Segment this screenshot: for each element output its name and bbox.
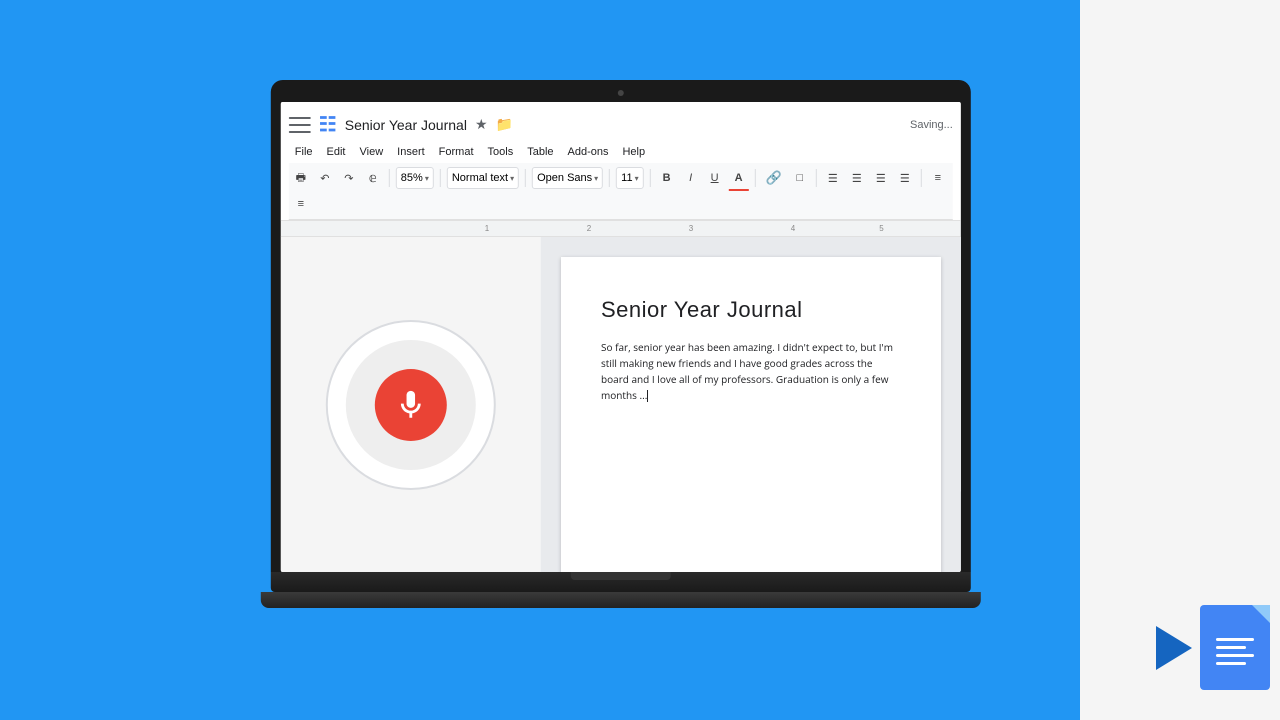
font-value: Open Sans [537, 172, 592, 184]
style-value: Normal text [452, 172, 508, 184]
menu-help[interactable]: Help [616, 143, 651, 161]
menu-tools[interactable]: Tools [482, 143, 520, 161]
font-chevron: ▾ [594, 174, 598, 183]
size-value: 11 [621, 172, 632, 184]
hamburger-line [289, 131, 311, 133]
style-chevron: ▾ [510, 174, 514, 183]
docs-line-2 [1216, 646, 1246, 649]
laptop-screen: ☷ Senior Year Journal ★ 📁 Saving... File… [281, 102, 961, 572]
laptop-bottom [261, 592, 981, 608]
ruler-mark-5: 5 [879, 224, 883, 233]
font-dropdown[interactable]: Open Sans ▾ [532, 167, 603, 189]
toolbar-divider [755, 169, 756, 187]
zoom-value: 85% [401, 172, 423, 184]
ruler-mark-3: 3 [689, 224, 693, 233]
align-justify-btn[interactable]: ☰ [895, 167, 915, 189]
zoom-chevron: ▾ [425, 174, 429, 183]
paint-format-btn[interactable]: 𝕖 [363, 167, 383, 189]
link-btn[interactable]: 🔗 [762, 167, 786, 189]
hamburger-line [289, 117, 311, 119]
toolbar-divider [525, 169, 526, 187]
list-btn[interactable]: ≡ [928, 167, 948, 189]
align-right-btn[interactable]: ☰ [871, 167, 891, 189]
toolbar-divider [389, 169, 390, 187]
docs-line-4 [1216, 662, 1246, 665]
doc-body-text[interactable]: So far, senior year has been amazing. I … [601, 339, 901, 403]
docs-title-row: ☷ Senior Year Journal ★ 📁 Saving... [289, 108, 953, 141]
ruler: 1 2 3 4 5 [281, 221, 961, 237]
voice-mic-button[interactable] [375, 369, 447, 441]
undo-btn[interactable]: ↶ [315, 167, 335, 189]
voice-typing-panel [281, 237, 541, 572]
text-cursor [647, 390, 648, 402]
arrow-right-icon [1156, 626, 1192, 670]
font-color-btn[interactable]: A [729, 167, 749, 189]
star-icon[interactable]: ★ [475, 116, 488, 133]
ruler-mark-2: 2 [587, 224, 591, 233]
doc-content: Senior Year Journal So far, senior year … [561, 257, 941, 572]
align-center-btn[interactable]: ☰ [847, 167, 867, 189]
italic-btn[interactable]: I [681, 167, 701, 189]
google-docs-icon [1200, 605, 1270, 690]
style-dropdown[interactable]: Normal text ▾ [447, 167, 519, 189]
laptop-camera [618, 90, 624, 96]
redo-btn[interactable]: ↷ [339, 167, 359, 189]
underline-btn[interactable]: U [705, 167, 725, 189]
hamburger-line [289, 124, 311, 126]
menu-file[interactable]: File [289, 143, 319, 161]
toolbar-divider [440, 169, 441, 187]
comment-btn[interactable]: □ [790, 167, 810, 189]
folder-icon[interactable]: 📁 [496, 116, 513, 133]
doc-page: Senior Year Journal So far, senior year … [541, 237, 961, 572]
docs-menu-row: File Edit View Insert Format Tools Table… [289, 141, 953, 163]
laptop-screen-outer: ☷ Senior Year Journal ★ 📁 Saving... File… [271, 80, 971, 572]
ordered-list-btn[interactable]: ≡ [291, 193, 311, 215]
print-btn[interactable]: 🖶 [291, 167, 311, 189]
ruler-mark-4: 4 [791, 224, 795, 233]
align-left-btn[interactable]: ☰ [823, 167, 843, 189]
laptop: ☷ Senior Year Journal ★ 📁 Saving... File… [271, 80, 981, 608]
microphone-icon [394, 388, 428, 422]
menu-edit[interactable]: Edit [321, 143, 352, 161]
zoom-dropdown[interactable]: 85% ▾ [396, 167, 434, 189]
size-chevron: ▾ [635, 174, 639, 183]
saving-status: Saving... [910, 119, 953, 131]
docs-body: Senior Year Journal So far, senior year … [281, 237, 961, 572]
docs-line-3 [1216, 654, 1254, 657]
toolbar-divider [609, 169, 610, 187]
voice-circle-outer [326, 320, 496, 490]
menu-addons[interactable]: Add-ons [562, 143, 615, 161]
menu-format[interactable]: Format [433, 143, 480, 161]
menu-table[interactable]: Table [521, 143, 559, 161]
size-dropdown[interactable]: 11 ▾ [616, 167, 643, 189]
toolbar-divider [650, 169, 651, 187]
docs-toolbar: 🖶 ↶ ↷ 𝕖 85% ▾ Normal text ▾ [289, 163, 953, 220]
doc-title[interactable]: Senior Year Journal [345, 117, 467, 133]
arrow-docs-area [1156, 605, 1270, 690]
menu-insert[interactable]: Insert [391, 143, 431, 161]
docs-logo: ☷ [319, 112, 337, 137]
menu-view[interactable]: View [354, 143, 390, 161]
laptop-hinge [571, 572, 671, 580]
docs-header: ☷ Senior Year Journal ★ 📁 Saving... File… [281, 102, 961, 221]
laptop-base [271, 572, 971, 592]
voice-circle-inner [346, 340, 476, 470]
hamburger-menu[interactable] [289, 117, 311, 133]
bold-btn[interactable]: B [657, 167, 677, 189]
doc-heading: Senior Year Journal [601, 297, 901, 323]
docs-line-1 [1216, 638, 1254, 641]
toolbar-divider [816, 169, 817, 187]
docs-icon-lines [1216, 638, 1254, 665]
ruler-mark-1: 1 [485, 224, 489, 233]
toolbar-divider [921, 169, 922, 187]
